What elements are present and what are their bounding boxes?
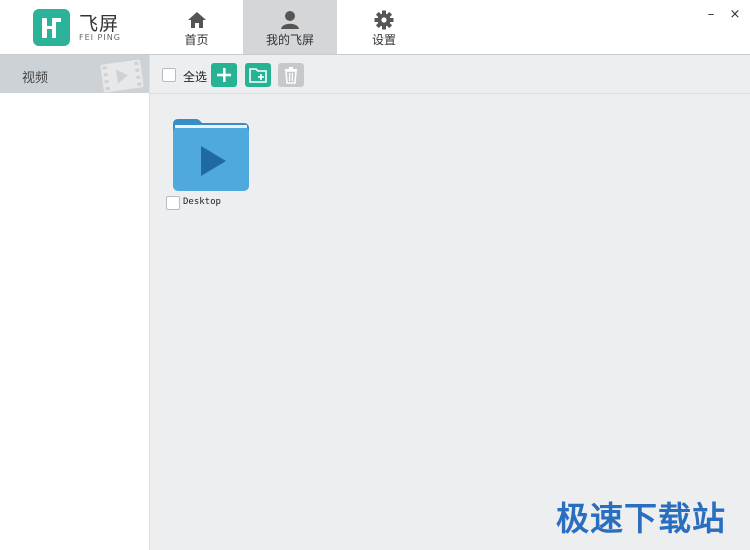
close-button[interactable]: × [726, 6, 744, 24]
select-all-label[interactable]: 全选 [183, 68, 207, 85]
tab-my-feiping-label: 我的飞屏 [265, 33, 314, 47]
sidebar-item-label: 视频 [22, 71, 49, 86]
select-all-checkbox[interactable] [162, 68, 176, 82]
toolbar: 全选 [150, 55, 750, 94]
delete-button[interactable] [278, 63, 304, 87]
plus-icon [217, 68, 231, 82]
user-icon [279, 9, 301, 31]
tab-home[interactable]: 首页 [150, 0, 243, 54]
minimize-button[interactable]: – [702, 6, 720, 24]
video-folder-icon[interactable] [170, 117, 252, 193]
sidebar: 视频 [0, 55, 150, 550]
file-name[interactable]: Desktop [183, 197, 221, 207]
folder-plus-icon [249, 68, 267, 83]
app-name: 飞屏 [79, 13, 120, 35]
tab-settings[interactable]: 设置 [337, 0, 431, 54]
file-checkbox[interactable] [166, 196, 180, 210]
watermark: 极速下载站 [556, 499, 726, 538]
title-bar: 飞屏 FEI PING 首页 我的飞屏 设置 – × [0, 0, 750, 55]
add-button[interactable] [211, 63, 237, 87]
main-content: 全选 Desktop [150, 55, 750, 550]
trash-icon [285, 67, 297, 84]
sidebar-item-video[interactable]: 视频 [0, 55, 149, 93]
tab-my-feiping[interactable]: 我的飞屏 [243, 0, 337, 54]
tab-home-label: 首页 [184, 33, 209, 47]
app-logo [33, 9, 70, 46]
home-icon [186, 9, 208, 31]
tab-settings-label: 设置 [371, 33, 396, 47]
video-film-icon [98, 58, 146, 97]
gear-icon [373, 9, 395, 31]
new-folder-button[interactable] [245, 63, 271, 87]
app-name-en: FEI PING [79, 33, 121, 42]
